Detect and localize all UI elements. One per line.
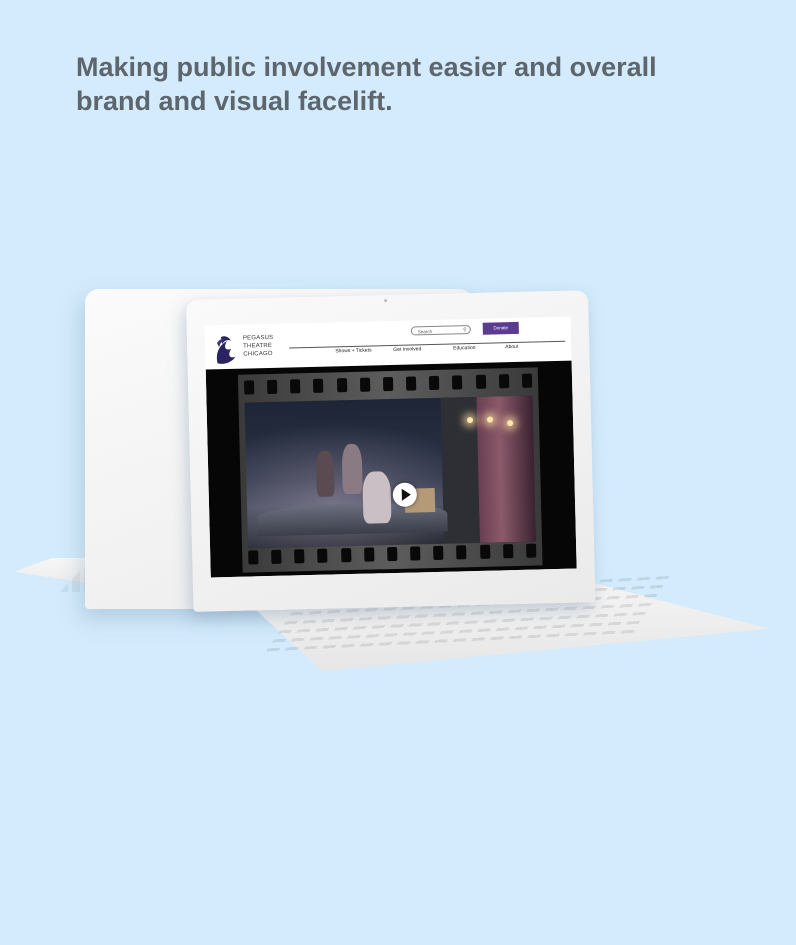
front-laptop-lid: PEGASUS THEATRE CHICAGO Search ⚲ Donate … [186,290,596,612]
logo-text[interactable]: PEGASUS THEATRE CHICAGO [243,333,290,358]
phoenix-logo-icon[interactable] [213,333,240,366]
nav-item-about[interactable]: About [505,344,518,350]
search-placeholder: Search [417,328,433,335]
nav-item-education[interactable]: Education [453,345,475,352]
film-strip [237,367,543,573]
stage-photo [244,395,537,549]
laptop-screen: PEGASUS THEATRE CHICAGO Search ⚲ Donate … [204,316,577,578]
search-icon[interactable]: ⚲ [463,326,467,335]
film-sprockets-top [243,373,533,397]
hero-video[interactable] [205,360,577,578]
logo-line: CHICAGO [243,350,273,358]
webcam [384,299,388,303]
nav-item-get-involved[interactable]: Get Involved [393,346,421,353]
nav-item-shows-tickets[interactable]: Shows + Tickets [335,347,371,354]
headline: Making public involvement easier and ove… [76,52,657,116]
search-input[interactable]: Search ⚲ [410,325,471,336]
donate-button[interactable]: Donate [482,321,519,335]
